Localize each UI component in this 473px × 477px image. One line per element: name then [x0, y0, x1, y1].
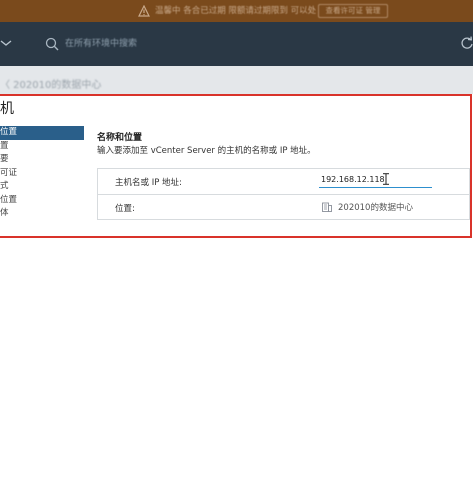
- host-name-label: 主机名或 IP 地址:: [115, 178, 182, 188]
- location-label: 位置:: [115, 204, 135, 214]
- manage-license-button[interactable]: 查看许可证 管理: [318, 4, 388, 18]
- wizard-step-ready-to-complete[interactable]: 体: [0, 207, 84, 221]
- wizard-step-lockdown-mode[interactable]: 式: [0, 180, 84, 194]
- host-name-input[interactable]: [319, 172, 432, 188]
- location-value: 202010的数据中心: [338, 203, 413, 213]
- wizard-steps: 位置 置 要 可证 式 位置 体: [0, 126, 84, 221]
- global-search-input[interactable]: [65, 37, 265, 51]
- wizard-step-vm-location[interactable]: 位置: [0, 194, 84, 208]
- banner-message: 温馨中 各合已过期 限额请过期限到 可以处: [155, 6, 317, 16]
- refresh-icon[interactable]: [460, 36, 473, 50]
- search-icon[interactable]: [45, 37, 59, 51]
- text-cursor-icon: [383, 173, 389, 185]
- section-description: 输入要添加至 vCenter Server 的主机的名称或 IP 地址。: [97, 146, 316, 156]
- location-row: 位置: 202010的数据中心: [98, 195, 469, 220]
- warning-icon: [138, 5, 150, 17]
- warning-banner: 温馨中 各合已过期 限额请过期限到 可以处 查看许可证 管理: [0, 0, 473, 22]
- wizard-step-assign-license[interactable]: 可证: [0, 167, 84, 181]
- wizard-step-connection-settings[interactable]: 置: [0, 140, 84, 154]
- chevron-down-icon[interactable]: [0, 38, 12, 48]
- top-header: [0, 22, 473, 66]
- datacenter-icon: [322, 202, 332, 212]
- add-host-dialog: 机 位置 置 要 可证 式 位置 体 名称和位置 输入要添加至 vCenter …: [0, 94, 472, 238]
- wizard-step-name-location[interactable]: 位置: [0, 126, 84, 140]
- dialog-title: 机: [0, 101, 14, 117]
- background-page-title: 〈 202010的数据中心: [0, 80, 102, 91]
- section-title: 名称和位置: [97, 133, 143, 143]
- host-form: 主机名或 IP 地址: 位置: 202010的数据中心: [97, 168, 470, 220]
- wizard-step-host-summary[interactable]: 要: [0, 153, 84, 167]
- host-name-row: 主机名或 IP 地址:: [98, 169, 469, 195]
